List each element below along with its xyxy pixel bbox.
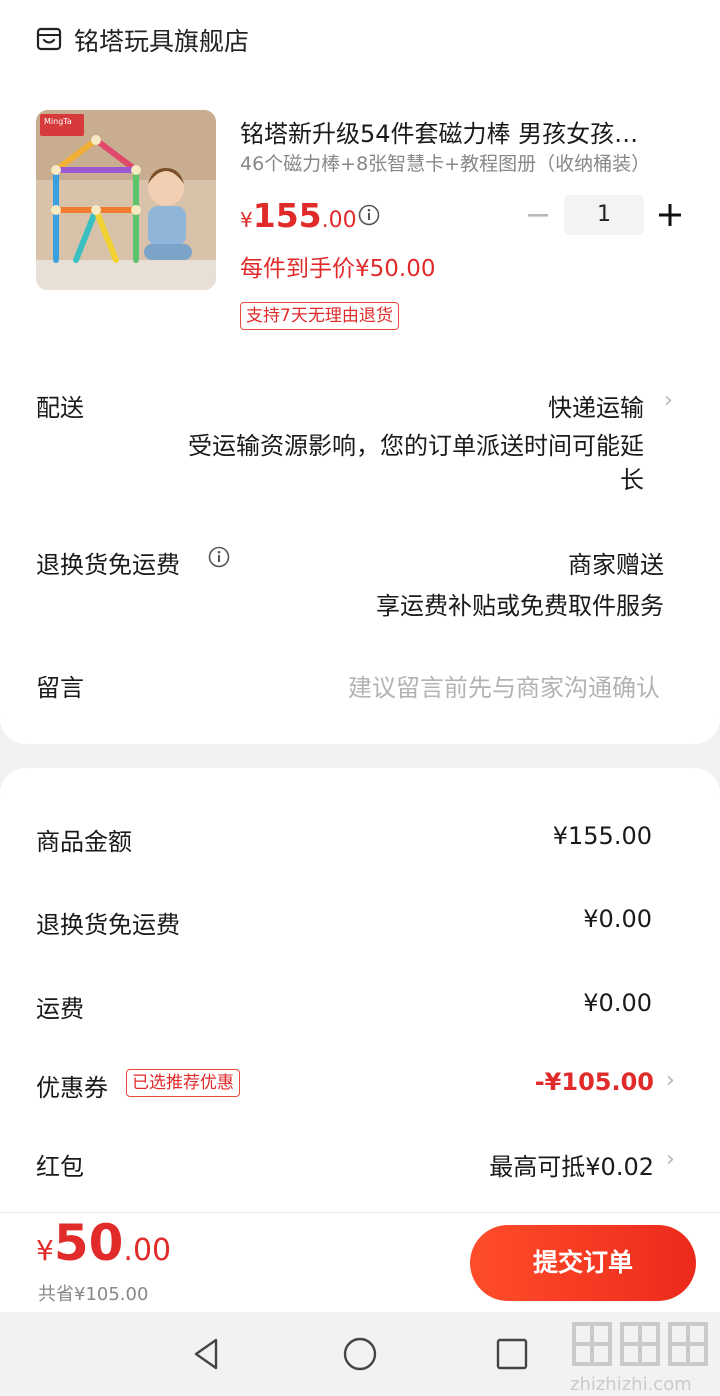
- total-decimal: .00: [123, 1233, 172, 1268]
- submit-order-button[interactable]: 提交订单: [470, 1225, 696, 1301]
- site-watermark: zhizhizhi.com: [570, 1322, 708, 1395]
- redpacket-chevron-icon[interactable]: ›: [666, 1147, 675, 1172]
- delivery-chevron-icon[interactable]: ›: [664, 388, 673, 413]
- summary-goods-value: ¥155.00: [552, 822, 652, 850]
- delivery-label: 配送: [36, 394, 84, 422]
- price-info-icon[interactable]: [358, 204, 380, 226]
- delivery-note-line1: 受运输资源影响，您的订单派送时间可能延: [188, 432, 644, 460]
- back-icon[interactable]: [186, 1334, 226, 1374]
- summary-return-shipping-value: ¥0.00: [583, 905, 652, 933]
- summary-goods-label: 商品金额: [36, 828, 132, 856]
- summary-redpacket-value[interactable]: 最高可抵¥0.02: [489, 1147, 654, 1182]
- summary-coupon-label: 优惠券: [36, 1074, 108, 1102]
- delivery-note-line2: 长: [620, 466, 644, 494]
- return-shipping-value: 商家赠送: [568, 551, 664, 579]
- summary-return-shipping-label: 退换货免运费: [36, 911, 180, 939]
- price-decimal: .00: [321, 208, 357, 233]
- store-name[interactable]: 铭塔玩具旗舰店: [74, 22, 249, 58]
- return-shipping-desc: 享运费补贴或免费取件服务: [376, 592, 664, 620]
- summary-shipping-label: 运费: [36, 995, 84, 1023]
- return-shipping-info-icon[interactable]: [208, 546, 230, 568]
- quantity-field[interactable]: 1: [564, 195, 644, 235]
- coupon-chevron-icon[interactable]: ›: [666, 1068, 675, 1093]
- return-policy-badge: 支持7天无理由退货: [240, 302, 399, 330]
- coupon-selected-badge: 已选推荐优惠: [126, 1069, 240, 1097]
- quantity-decrease-button[interactable]: [524, 198, 552, 232]
- product-thumbnail[interactable]: MingTa: [36, 110, 216, 290]
- product-spec[interactable]: 46个磁力棒+8张智慧卡+教程图册（收纳桶装）: [240, 149, 650, 176]
- product-title[interactable]: 铭塔新升级54件套磁力棒 男孩女孩…: [240, 114, 670, 149]
- message-input[interactable]: 建议留言前先与商家沟通确认: [348, 668, 660, 703]
- total-integer: 50: [53, 1214, 124, 1272]
- home-icon[interactable]: [340, 1334, 380, 1374]
- price-currency: ¥: [240, 208, 253, 232]
- svg-text:MingTa: MingTa: [44, 117, 72, 126]
- delivery-method[interactable]: 快递运输: [548, 388, 644, 423]
- store-icon: [36, 27, 62, 51]
- recents-icon[interactable]: [492, 1334, 532, 1374]
- summary-shipping-value: ¥0.00: [583, 989, 652, 1017]
- quantity-increase-button[interactable]: [656, 198, 684, 232]
- total-price: ¥50.00: [36, 1214, 171, 1272]
- unit-final-price: 每件到手价¥50.00: [240, 256, 436, 282]
- watermark-text: zhizhizhi.com: [570, 1374, 692, 1395]
- summary-coupon-value[interactable]: -¥105.00: [535, 1068, 654, 1096]
- return-shipping-label: 退换货免运费: [36, 551, 180, 579]
- summary-redpacket-label: 红包: [36, 1153, 84, 1181]
- product-price: ¥155.00: [240, 196, 357, 235]
- price-integer: 155: [252, 196, 322, 235]
- total-currency: ¥: [36, 1234, 54, 1267]
- message-label: 留言: [36, 674, 84, 702]
- total-saved: 共省¥105.00: [38, 1284, 149, 1305]
